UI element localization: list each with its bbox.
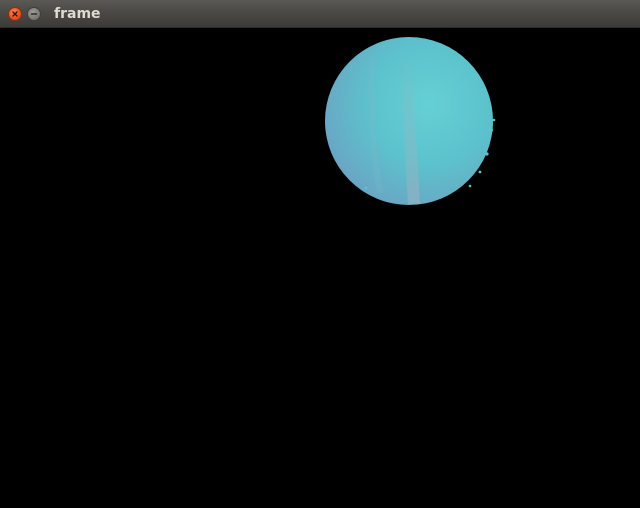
close-button[interactable] bbox=[8, 7, 22, 21]
minimize-button[interactable] bbox=[27, 7, 41, 21]
tracked-ball bbox=[325, 37, 496, 205]
window-title: frame bbox=[54, 6, 101, 22]
app-window: frame bbox=[0, 0, 640, 508]
close-icon bbox=[12, 11, 18, 17]
window-titlebar[interactable]: frame bbox=[0, 0, 640, 28]
video-frame bbox=[0, 28, 640, 508]
frame-canvas bbox=[325, 37, 496, 205]
minimize-icon bbox=[30, 13, 38, 15]
